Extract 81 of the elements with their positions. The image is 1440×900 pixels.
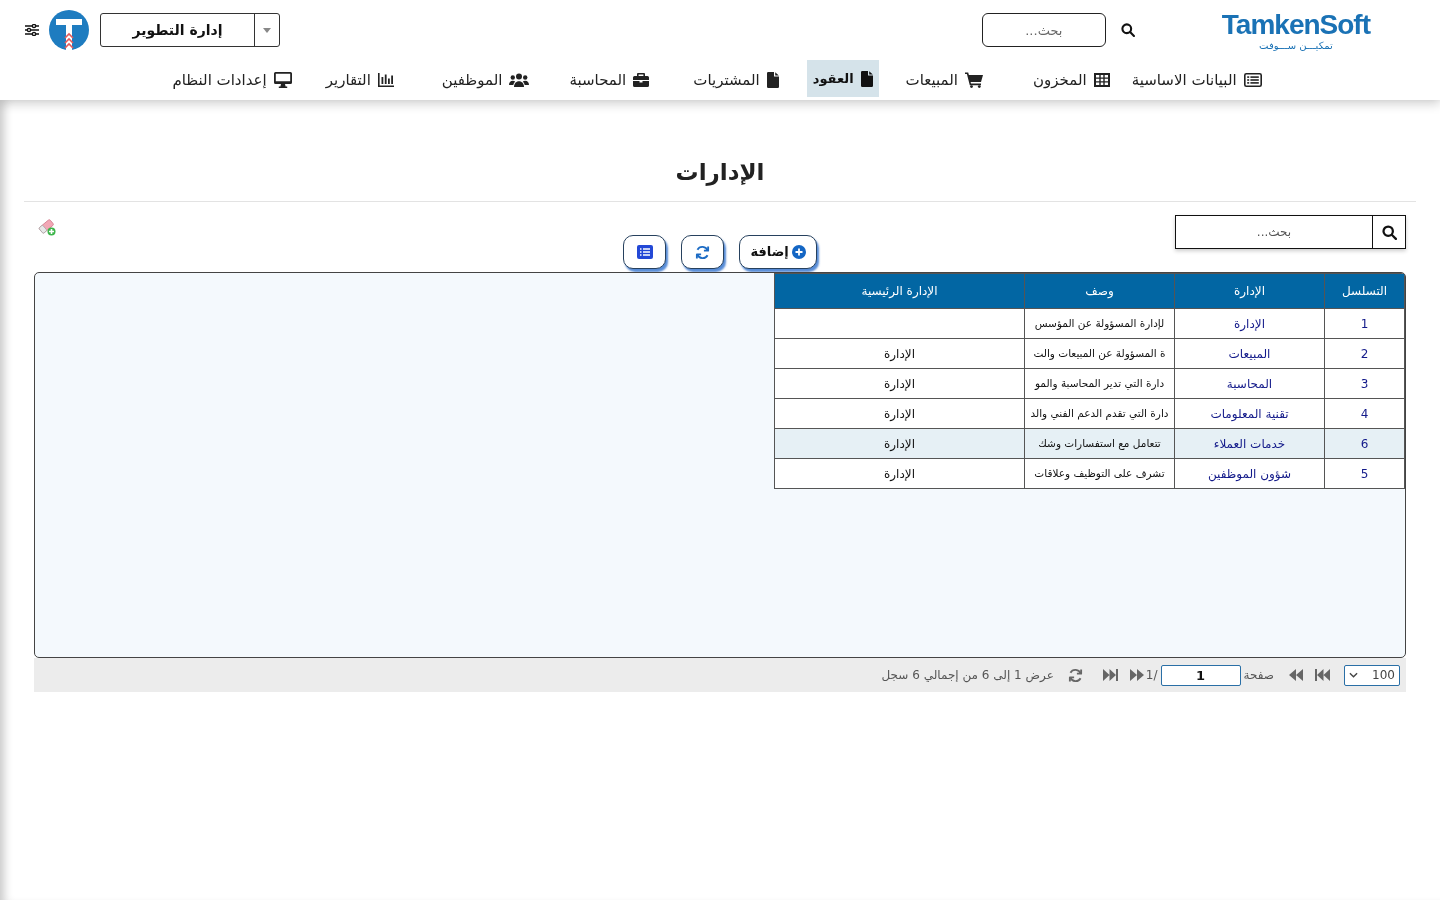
last-page-icon [1102,669,1118,681]
table-cell: الإدارة [774,398,1025,429]
table-cell: الإدارة [774,428,1025,459]
column-header[interactable]: الإدارة [1174,273,1325,309]
first-page-icon [1315,669,1330,681]
file-icon [860,70,873,87]
next-page-button[interactable] [1129,669,1144,681]
page-label: صفحة [1243,667,1274,684]
table-cell: الإدارة [1174,308,1325,339]
columns-button[interactable] [623,235,666,269]
list-icon [1243,73,1262,87]
search-button[interactable] [1372,215,1406,249]
list-icon [636,245,653,259]
table-cell: 1 [1324,308,1405,339]
nav-item[interactable]: المحاسبة [569,60,650,100]
nav-item[interactable]: المخزون [1033,60,1110,100]
refresh-button[interactable] [1067,667,1083,683]
table-cell: الإدارة [774,458,1025,489]
table-cell: 5 [1324,458,1405,489]
previous-page-icon [1289,669,1303,681]
column-header[interactable]: الإدارة الرئيسية [774,273,1025,309]
table-cell: تشرف على التوظيف وعلاقات [1024,458,1175,489]
sliders-icon [25,24,39,36]
page-number-field[interactable]: 1 [1160,664,1241,686]
nav-item[interactable]: المبيعات [905,60,983,100]
search-field[interactable]: بحث... [1175,215,1373,249]
page-count: /1 [1145,667,1158,684]
nav-item[interactable]: المشتريات [693,60,779,100]
nav-item[interactable]: التقارير [325,60,394,100]
refresh-button[interactable] [681,235,724,269]
logo-icon [49,10,89,50]
column-header[interactable]: التسلسل [1324,273,1405,309]
page-title: الإدارات [675,158,765,187]
column-header[interactable]: وصف [1024,273,1175,309]
table-cell: 3 [1324,368,1405,399]
brand-tagline: تمكيـــن ســـوفت [1259,38,1333,52]
table-cell: 2 [1324,338,1405,369]
record-summary: عرض 1 إلى 6 من إجمالي 6 سجل [881,667,1054,684]
refresh-icon [1067,667,1083,683]
nav-item[interactable]: البيانات الاساسية [1131,60,1262,100]
table-cell: المبيعات [1174,338,1325,369]
page-size-select[interactable]: 100 [1344,664,1400,686]
file-icon [766,72,779,88]
bar-chart-icon [377,73,394,87]
plus-circle-icon [791,245,806,259]
add-button[interactable]: إضافة [739,235,817,269]
next-page-icon [1129,669,1144,681]
nav-item[interactable]: إعدادات النظام [172,60,292,100]
table-cell: 6 [1324,428,1405,459]
chevron-down-icon [1349,672,1358,678]
table-cell: دارة التي تدير المحاسبة والمو [1024,368,1175,399]
table-cell: لإدارة المسؤولة عن المؤسس [1024,308,1175,339]
cart-icon [965,72,983,88]
nav-item[interactable]: العقود [806,60,879,97]
table-cell: الإدارة [774,338,1025,369]
monitor-icon [273,72,292,88]
search-field[interactable]: بحث... [981,13,1106,47]
search-icon [1381,224,1397,240]
table-cell: دارة التي تقدم الدعم الفني والد [1024,398,1175,429]
brand-name: TamkenSoft [1221,10,1370,39]
caret-icon [263,27,271,33]
previous-page-button[interactable] [1289,669,1303,681]
users-icon [509,73,530,87]
nav-item[interactable]: الموظفين [441,60,530,100]
table-cell: الإدارة [774,368,1025,399]
table-cell: 4 [1324,398,1405,429]
table-cell: ة المسؤولة عن المبيعات والت [1024,338,1175,369]
table-cell: المحاسبة [1174,368,1325,399]
table-cell: خدمات العملاء [1174,428,1325,459]
last-page-button[interactable] [1102,669,1118,681]
table-cell: تتعامل مع استفسارات وشك [1024,428,1175,459]
department-select[interactable]: إدارة التطوير [100,13,280,47]
first-page-button[interactable] [1315,669,1330,681]
search-icon [1120,23,1135,37]
briefcase-icon [633,73,650,87]
table-cell: شؤون الموظفين [1174,458,1325,489]
table-cell: تقنية المعلومات [1174,398,1325,429]
refresh-icon [695,244,710,260]
search-button[interactable] [1119,22,1136,38]
grid-icon [1093,73,1110,87]
settings-button[interactable] [25,23,39,37]
